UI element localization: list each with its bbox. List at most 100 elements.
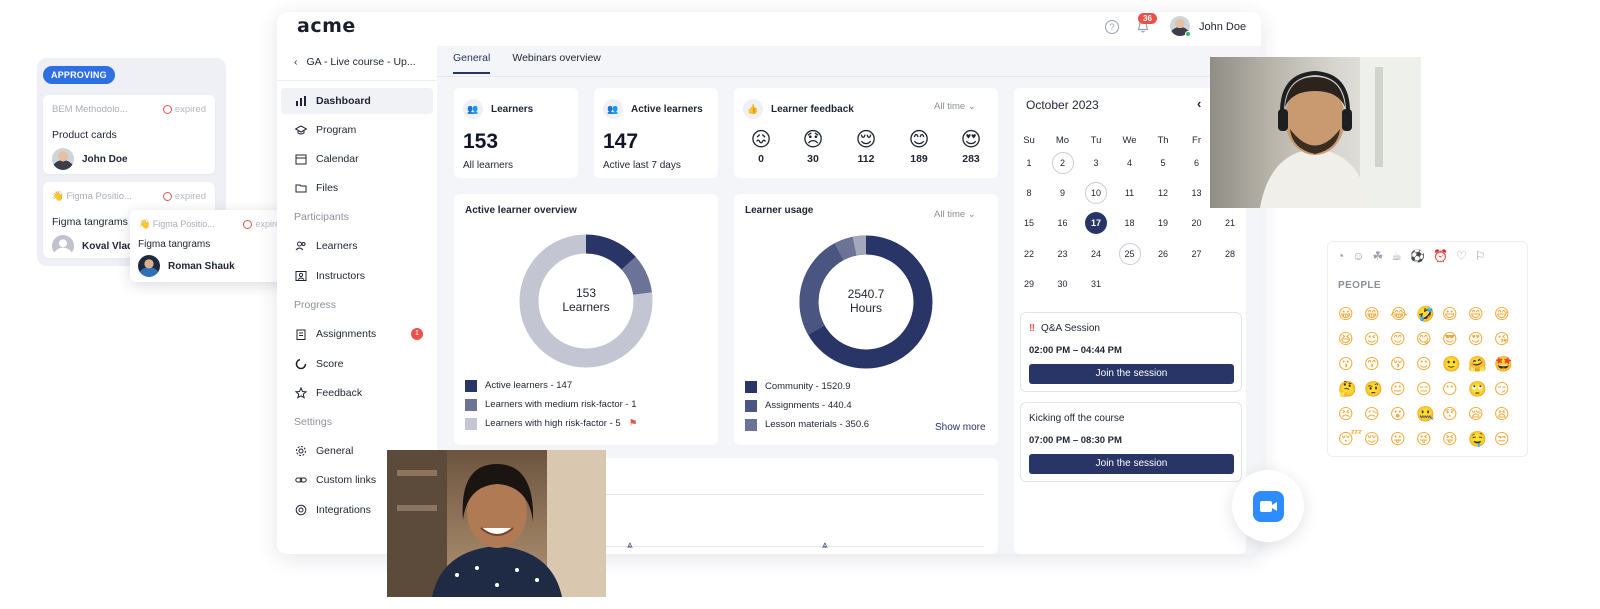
video-participant-woman[interactable] bbox=[387, 450, 606, 597]
food-category-icon[interactable]: ☕ bbox=[1391, 249, 1402, 263]
emoji-option[interactable]: 😙 bbox=[1364, 355, 1390, 380]
calendar-day[interactable]: 15 bbox=[1018, 212, 1040, 234]
emoji-option[interactable]: 😶 bbox=[1442, 380, 1468, 405]
calendar-day[interactable]: 21 bbox=[1219, 212, 1241, 234]
emoji-option[interactable]: 😋 bbox=[1416, 330, 1442, 355]
calendar-day[interactable]: 27 bbox=[1186, 243, 1208, 265]
emoji-option[interactable]: 😏 bbox=[1494, 380, 1520, 405]
emoji-option[interactable]: 🤗 bbox=[1468, 355, 1494, 380]
user-name[interactable]: John Doe bbox=[1199, 21, 1246, 33]
calendar-day[interactable]: 11 bbox=[1119, 182, 1141, 204]
clock-icon[interactable]: ◔ bbox=[1337, 249, 1344, 263]
heart-category-icon[interactable]: ♡ bbox=[1456, 249, 1467, 263]
alarm-category-icon[interactable]: ⏰ bbox=[1433, 249, 1448, 263]
animal-category-icon[interactable]: ☘ bbox=[1373, 249, 1384, 263]
nav-score[interactable]: Score bbox=[281, 351, 433, 377]
emoji-option[interactable]: 😀 bbox=[1338, 305, 1364, 330]
emoji-option[interactable]: ☺ bbox=[1416, 355, 1442, 380]
emoji-option[interactable]: 🤩 bbox=[1494, 355, 1520, 380]
calendar-day[interactable]: 20 bbox=[1186, 212, 1208, 234]
calendar-day[interactable]: 29 bbox=[1018, 273, 1040, 295]
calendar-day-today[interactable]: 17 bbox=[1085, 212, 1107, 235]
emoji-option[interactable]: 🤣 bbox=[1416, 305, 1442, 330]
join-session-button[interactable]: Join the session bbox=[1029, 364, 1234, 384]
emoji-option[interactable]: 😃 bbox=[1442, 305, 1468, 330]
emoji-option[interactable]: 😘 bbox=[1494, 330, 1520, 355]
show-more-link[interactable]: Show more bbox=[935, 422, 986, 433]
time-filter-dropdown[interactable]: All time ⌄ bbox=[934, 101, 976, 112]
emoji-option[interactable]: 😄 bbox=[1468, 305, 1494, 330]
emoji-option[interactable]: 😛 bbox=[1390, 430, 1416, 455]
calendar-day[interactable]: 25 bbox=[1118, 242, 1141, 265]
emoji-option[interactable]: 😆 bbox=[1338, 330, 1364, 355]
calendar-day[interactable]: 16 bbox=[1052, 212, 1074, 234]
dragged-task-card[interactable]: 👋 Figma Positio... expired Figma tangram… bbox=[130, 210, 294, 282]
flag-category-icon[interactable]: ⚐ bbox=[1475, 249, 1486, 263]
help-icon[interactable]: ? bbox=[1105, 20, 1119, 34]
emoji-option[interactable]: 😚 bbox=[1390, 355, 1416, 380]
calendar-day[interactable]: 3 bbox=[1085, 152, 1107, 174]
emoji-option[interactable]: 🙄 bbox=[1468, 380, 1494, 405]
emoji-option[interactable]: 😊 bbox=[1390, 330, 1416, 355]
emoji-option[interactable]: 😂 bbox=[1390, 305, 1416, 330]
zoom-button[interactable] bbox=[1232, 470, 1304, 542]
emoji-option[interactable]: 😎 bbox=[1442, 330, 1468, 355]
emoji-option[interactable]: 🙂 bbox=[1442, 355, 1468, 380]
time-filter-dropdown[interactable]: All time ⌄ bbox=[934, 209, 976, 220]
nav-program[interactable]: Program bbox=[281, 117, 433, 143]
task-card[interactable]: BEM Methodolo... expired Product cards J… bbox=[43, 95, 215, 174]
emoji-option[interactable]: 😯 bbox=[1442, 405, 1468, 430]
nav-learners[interactable]: Learners bbox=[281, 233, 433, 259]
calendar-day[interactable]: 10 bbox=[1085, 182, 1107, 205]
calendar-day[interactable]: 12 bbox=[1152, 182, 1174, 204]
calendar-day[interactable]: 18 bbox=[1119, 212, 1141, 234]
tab-general[interactable]: General bbox=[453, 52, 491, 74]
emoji-option[interactable]: 😁 bbox=[1364, 305, 1390, 330]
emoji-option[interactable]: 🤨 bbox=[1364, 380, 1390, 405]
emoji-option[interactable]: 😣 bbox=[1338, 405, 1364, 430]
calendar-day[interactable]: 30 bbox=[1052, 273, 1074, 295]
calendar-day[interactable]: 13 bbox=[1186, 182, 1208, 204]
emoji-option[interactable]: 😜 bbox=[1416, 430, 1442, 455]
nav-dashboard[interactable]: Dashboard bbox=[281, 88, 433, 114]
emoji-option[interactable]: 🤔 bbox=[1338, 380, 1364, 405]
emoji-option[interactable]: 😑 bbox=[1416, 380, 1442, 405]
acme-logo[interactable]: acme bbox=[297, 15, 356, 37]
emoji-option[interactable]: 😐 bbox=[1390, 380, 1416, 405]
nav-assignments[interactable]: Assignments 1 bbox=[281, 321, 433, 347]
calendar-day[interactable]: 2 bbox=[1051, 152, 1074, 174]
nav-calendar[interactable]: Calendar bbox=[281, 146, 433, 172]
emoji-option[interactable]: 😥 bbox=[1364, 405, 1390, 430]
calendar-day[interactable]: 31 bbox=[1085, 273, 1107, 295]
emoji-option[interactable]: 🤤 bbox=[1468, 430, 1494, 455]
calendar-day[interactable]: 28 bbox=[1219, 243, 1241, 265]
emoji-option[interactable]: 😒 bbox=[1494, 430, 1520, 455]
course-breadcrumb[interactable]: ‹ GA - Live course - Up... bbox=[294, 56, 416, 68]
calendar-day[interactable]: 26 bbox=[1152, 243, 1174, 265]
emoji-option[interactable]: 😮 bbox=[1390, 405, 1416, 430]
emoji-option[interactable]: 😴 bbox=[1338, 430, 1364, 455]
emoji-option[interactable]: 😫 bbox=[1494, 405, 1520, 430]
tab-webinars-overview[interactable]: Webinars overview bbox=[512, 52, 601, 74]
emoji-option[interactable]: 😌 bbox=[1364, 430, 1390, 455]
emoji-option[interactable]: 🤐 bbox=[1416, 405, 1442, 430]
sports-category-icon[interactable]: ⚽ bbox=[1410, 249, 1425, 263]
emoji-option[interactable]: 😗 bbox=[1338, 355, 1364, 380]
back-arrow-icon[interactable]: ‹ bbox=[294, 56, 298, 68]
video-participant-man[interactable] bbox=[1210, 57, 1421, 208]
calendar-day[interactable]: 22 bbox=[1018, 243, 1040, 265]
emoji-option[interactable]: 😪 bbox=[1468, 405, 1494, 430]
calendar-day[interactable]: 4 bbox=[1119, 152, 1141, 174]
emoji-option[interactable]: 😉 bbox=[1364, 330, 1390, 355]
calendar-day[interactable]: 1 bbox=[1018, 152, 1040, 174]
calendar-day[interactable]: 24 bbox=[1085, 243, 1107, 265]
calendar-day[interactable]: 19 bbox=[1152, 212, 1174, 234]
join-session-button[interactable]: Join the session bbox=[1029, 454, 1234, 474]
calendar-day[interactable]: 6 bbox=[1186, 152, 1208, 174]
emoji-option[interactable]: 😍 bbox=[1468, 330, 1494, 355]
emoji-option[interactable]: 😝 bbox=[1442, 430, 1468, 455]
chevron-left-icon[interactable]: ‹ bbox=[1197, 96, 1201, 111]
nav-instructors[interactable]: Instructors bbox=[281, 263, 433, 289]
user-avatar[interactable] bbox=[1170, 16, 1191, 37]
calendar-day[interactable]: 23 bbox=[1052, 243, 1074, 265]
